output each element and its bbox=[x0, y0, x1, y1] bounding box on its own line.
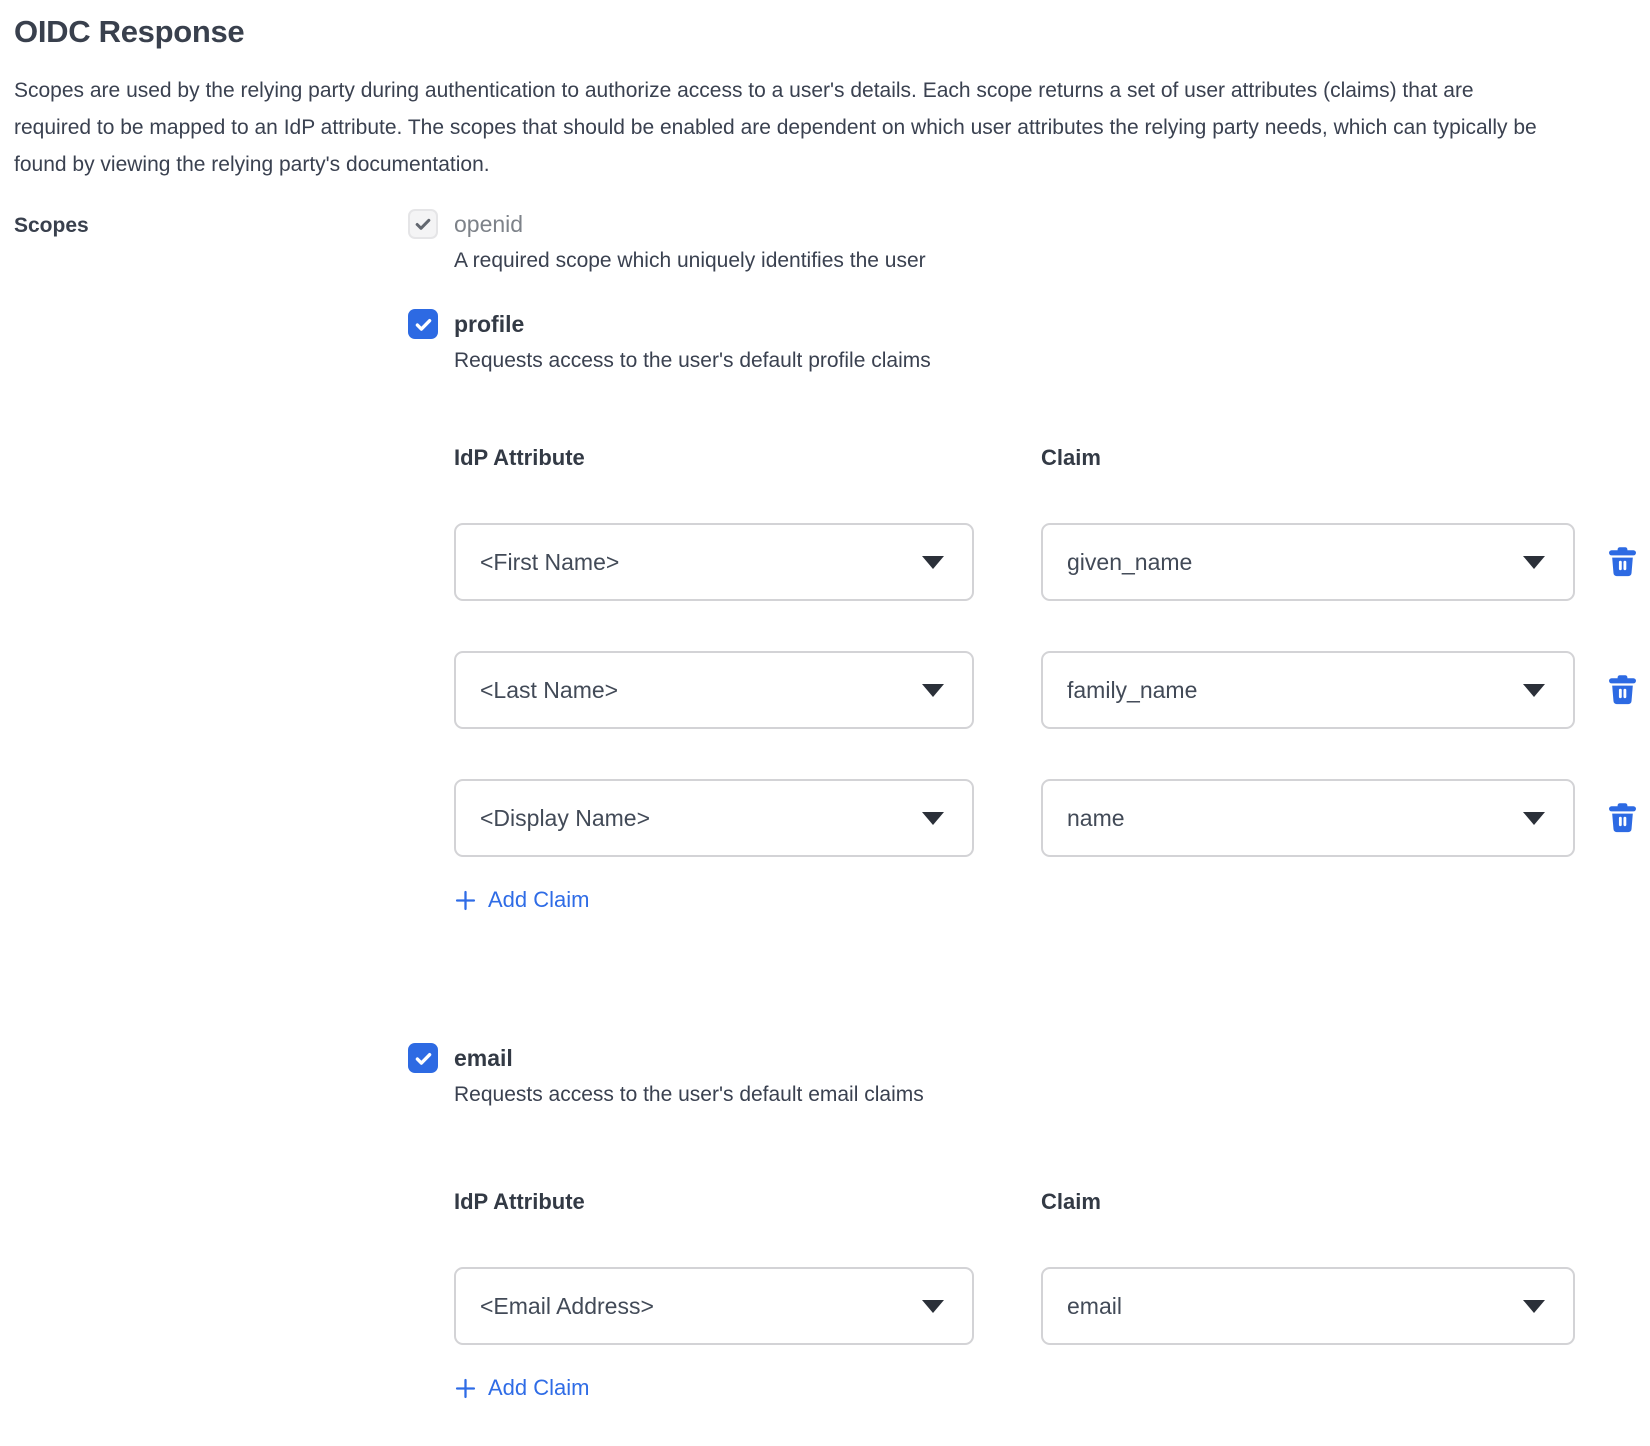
trash-icon bbox=[1609, 803, 1636, 833]
profile-claims-table: IdP Attribute Claim <First Name> given_n… bbox=[454, 445, 1636, 913]
plus-icon bbox=[454, 1377, 477, 1400]
scope-email: email Requests access to the user's defa… bbox=[408, 1043, 1636, 1401]
claim-header: Claim bbox=[1041, 1189, 1101, 1215]
scope-openid-description: A required scope which uniquely identifi… bbox=[454, 249, 1636, 273]
delete-claim-button[interactable] bbox=[1608, 802, 1636, 834]
trash-icon bbox=[1609, 547, 1636, 577]
scope-profile: profile Requests access to the user's de… bbox=[408, 309, 1636, 913]
add-claim-label: Add Claim bbox=[488, 1375, 589, 1401]
claim-value: name bbox=[1067, 805, 1125, 832]
scope-openid: openid A required scope which uniquely i… bbox=[408, 209, 1636, 273]
claim-row: <Display Name> name bbox=[454, 779, 1636, 857]
idp-attribute-select[interactable]: <First Name> bbox=[454, 523, 974, 601]
scopes-content: openid A required scope which uniquely i… bbox=[408, 209, 1636, 1401]
caret-down-icon bbox=[1523, 812, 1545, 825]
profile-checkbox[interactable] bbox=[408, 309, 438, 339]
claim-row: <First Name> given_name bbox=[454, 523, 1636, 601]
claim-select[interactable]: family_name bbox=[1041, 651, 1575, 729]
caret-down-icon bbox=[1523, 1300, 1545, 1313]
delete-claim-button[interactable] bbox=[1608, 546, 1636, 578]
claim-row: <Last Name> family_name bbox=[454, 651, 1636, 729]
idp-attribute-header: IdP Attribute bbox=[454, 445, 974, 471]
oidc-response-page: OIDC Response Scopes are used by the rel… bbox=[0, 0, 1650, 1431]
claim-value: family_name bbox=[1067, 677, 1197, 704]
scope-profile-label: profile bbox=[454, 311, 524, 338]
page-title: OIDC Response bbox=[14, 14, 1636, 50]
add-claim-button[interactable]: Add Claim bbox=[454, 887, 589, 913]
check-icon bbox=[413, 214, 433, 234]
email-checkbox[interactable] bbox=[408, 1043, 438, 1073]
scopes-form-row: Scopes openid A required scope which uni… bbox=[14, 209, 1636, 1401]
idp-attribute-select[interactable]: <Email Address> bbox=[454, 1267, 974, 1345]
claim-row: <Email Address> email bbox=[454, 1267, 1636, 1345]
check-icon bbox=[413, 314, 434, 335]
claim-value: email bbox=[1067, 1293, 1122, 1320]
email-claims-table: IdP Attribute Claim <Email Address> emai… bbox=[454, 1189, 1636, 1401]
trash-icon bbox=[1609, 675, 1636, 705]
delete-claim-button[interactable] bbox=[1608, 674, 1636, 706]
idp-attribute-select[interactable]: <Last Name> bbox=[454, 651, 974, 729]
page-description: Scopes are used by the relying party dur… bbox=[14, 72, 1538, 183]
caret-down-icon bbox=[922, 556, 944, 569]
caret-down-icon bbox=[922, 684, 944, 697]
idp-attribute-select[interactable]: <Display Name> bbox=[454, 779, 974, 857]
scope-openid-label: openid bbox=[454, 211, 523, 238]
add-claim-button[interactable]: Add Claim bbox=[454, 1375, 589, 1401]
claim-select[interactable]: email bbox=[1041, 1267, 1575, 1345]
scope-email-label: email bbox=[454, 1045, 513, 1072]
claim-select[interactable]: name bbox=[1041, 779, 1575, 857]
scopes-label: Scopes bbox=[14, 209, 408, 1401]
caret-down-icon bbox=[1523, 556, 1545, 569]
check-icon bbox=[413, 1048, 434, 1069]
openid-checkbox bbox=[408, 209, 438, 239]
idp-attribute-value: <First Name> bbox=[480, 549, 619, 576]
scope-profile-description: Requests access to the user's default pr… bbox=[454, 349, 1636, 373]
caret-down-icon bbox=[1523, 684, 1545, 697]
claim-header: Claim bbox=[1041, 445, 1101, 471]
claim-value: given_name bbox=[1067, 549, 1192, 576]
scope-email-description: Requests access to the user's default em… bbox=[454, 1083, 1636, 1107]
idp-attribute-value: <Last Name> bbox=[480, 677, 618, 704]
plus-icon bbox=[454, 889, 477, 912]
add-claim-label: Add Claim bbox=[488, 887, 589, 913]
idp-attribute-header: IdP Attribute bbox=[454, 1189, 974, 1215]
caret-down-icon bbox=[922, 812, 944, 825]
caret-down-icon bbox=[922, 1300, 944, 1313]
claim-select[interactable]: given_name bbox=[1041, 523, 1575, 601]
idp-attribute-value: <Email Address> bbox=[480, 1293, 654, 1320]
idp-attribute-value: <Display Name> bbox=[480, 805, 650, 832]
